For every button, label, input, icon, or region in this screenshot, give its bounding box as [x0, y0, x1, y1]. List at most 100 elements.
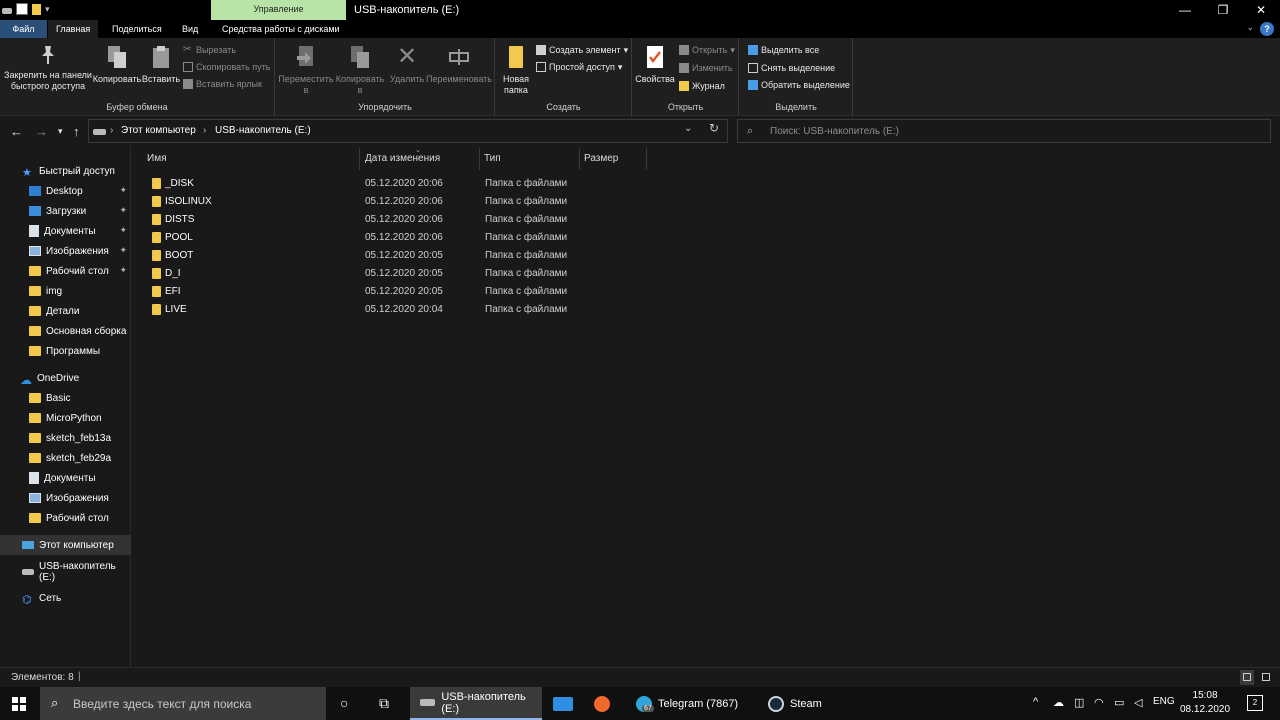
taskbar-app-telegram[interactable]: Telegram (7867) 67 — [628, 687, 758, 720]
address-bar[interactable]: › Этот компьютер › USB-накопитель (E:) — [88, 119, 728, 143]
column-header-type[interactable]: Тип — [484, 146, 574, 172]
volume-icon[interactable]: ◁ — [1134, 696, 1142, 709]
tab-share[interactable]: Поделиться — [104, 20, 170, 38]
breadcrumb-this-pc[interactable]: Этот компьютер — [121, 125, 196, 136]
table-row[interactable]: _DISK 05.12.2020 20:06 Папка с файлами — [132, 175, 572, 193]
invert-selection-button[interactable]: Обратить выделение — [748, 77, 850, 93]
maximize-button[interactable]: ❐ — [1204, 0, 1242, 20]
table-row[interactable]: EFI 05.12.2020 20:05 Папка с файлами — [132, 283, 572, 301]
nav-item[interactable]: MicroPython — [0, 408, 131, 428]
pin-icon[interactable]: ✦ — [119, 245, 127, 256]
taskbar-search[interactable]: ⌕ — [40, 687, 326, 720]
copy-to-button[interactable]: Копировать в — [334, 42, 386, 96]
taskbar-app-firefox[interactable] — [590, 687, 620, 720]
taskbar-search-input[interactable] — [73, 695, 313, 712]
back-arrow-icon[interactable]: ← — [10, 124, 23, 139]
task-view-icon[interactable]: ⧉ — [379, 695, 389, 712]
details-view-button[interactable] — [1240, 670, 1254, 685]
move-to-button[interactable]: Переместить в — [278, 42, 334, 96]
nav-item[interactable]: Детали — [0, 301, 131, 321]
delete-button[interactable]: ✕ Удалить — [388, 42, 426, 85]
up-arrow-icon[interactable]: ↑ — [73, 124, 80, 139]
clock[interactable]: 15:08 08.12.2020 — [1180, 689, 1230, 717]
column-header-date[interactable]: Дата изменения — [365, 146, 475, 172]
minimize-button[interactable]: — — [1166, 0, 1204, 20]
tab-drive-tools[interactable]: Средства работы с дисками — [214, 20, 348, 38]
edit-button[interactable]: Изменить — [679, 60, 733, 76]
nav-item[interactable]: Изображения ✦ — [0, 241, 131, 261]
forward-arrow-icon[interactable]: → — [35, 124, 48, 139]
nav-item[interactable]: sketch_feb13a — [0, 428, 131, 448]
rename-button[interactable]: Переименовать — [426, 42, 492, 85]
new-folder-button[interactable]: Новая папка — [500, 42, 532, 96]
pin-icon[interactable]: ✦ — [119, 185, 127, 196]
nav-network[interactable]: ⌬ Сеть — [0, 588, 131, 608]
new-folder-icon[interactable] — [32, 3, 41, 15]
column-header-size[interactable]: Размер — [584, 146, 644, 172]
customize-toolbar-icon[interactable]: ▾ — [45, 3, 51, 15]
language-indicator[interactable]: ENG — [1153, 696, 1175, 707]
table-row[interactable]: POOL 05.12.2020 20:06 Папка с файлами — [132, 229, 572, 247]
nav-usb[interactable]: USB-накопитель (E:) — [0, 561, 131, 583]
network-tray-icon[interactable]: ◫ — [1074, 696, 1084, 709]
nav-quick-access[interactable]: ★ Быстрый доступ — [0, 161, 131, 181]
history-button[interactable]: Журнал — [679, 78, 725, 94]
properties-icon[interactable] — [16, 3, 28, 15]
collapse-ribbon-icon[interactable]: ⌄ — [1246, 22, 1254, 33]
search-box[interactable]: ⌕ — [737, 119, 1271, 143]
wifi-icon[interactable]: ◠ — [1094, 696, 1104, 709]
nav-item[interactable]: Документы — [0, 468, 131, 488]
table-row[interactable]: ISOLINUX 05.12.2020 20:06 Папка с файлами — [132, 193, 572, 211]
taskbar-app-mail[interactable] — [549, 687, 579, 720]
column-divider[interactable] — [479, 148, 480, 170]
nav-onedrive[interactable]: ☁ OneDrive — [0, 368, 131, 388]
table-row[interactable]: LIVE 05.12.2020 20:04 Папка с файлами — [132, 301, 572, 319]
pin-icon[interactable]: ✦ — [119, 205, 127, 216]
copy-path-button[interactable]: Скопировать путь — [183, 59, 270, 75]
refresh-icon[interactable]: ↻ — [709, 121, 719, 135]
copy-button[interactable]: Копировать — [92, 42, 142, 85]
nav-item[interactable]: Основная сборка — [0, 321, 131, 341]
pin-icon[interactable]: ✦ — [119, 265, 127, 276]
chevron-down-icon[interactable]: ⌄ — [684, 123, 692, 134]
help-button[interactable]: ? — [1260, 22, 1274, 36]
properties-button[interactable]: Свойства — [635, 42, 675, 85]
select-none-button[interactable]: Снять выделение — [748, 60, 835, 76]
nav-this-pc[interactable]: Этот компьютер — [0, 535, 131, 555]
column-header-name[interactable]: Имя — [147, 146, 357, 172]
cut-button[interactable]: ✂ Вырезать — [183, 42, 236, 58]
chevron-up-icon[interactable]: ^ — [1033, 696, 1038, 708]
nav-item[interactable]: Изображения — [0, 488, 131, 508]
nav-item[interactable]: Basic — [0, 388, 131, 408]
taskbar-app-explorer[interactable]: USB-накопитель (E:) — [410, 687, 542, 720]
select-all-button[interactable]: Выделить все — [748, 42, 819, 58]
usb-eject-icon[interactable]: ▭ — [1114, 696, 1124, 709]
pin-icon[interactable]: ✦ — [119, 225, 127, 236]
search-input[interactable] — [770, 124, 1260, 139]
windows-start-icon[interactable] — [12, 697, 26, 711]
nav-item[interactable]: Загрузки ✦ — [0, 201, 131, 221]
breadcrumb-usb[interactable]: USB-накопитель (E:) — [215, 125, 311, 136]
column-divider[interactable] — [579, 148, 580, 170]
manage-context-tab[interactable]: Управление — [211, 0, 346, 20]
tab-view[interactable]: Вид — [174, 20, 206, 38]
table-row[interactable]: DISTS 05.12.2020 20:06 Папка с файлами — [132, 211, 572, 229]
chevron-right-icon[interactable]: › — [203, 125, 206, 136]
table-row[interactable]: D_I 05.12.2020 20:05 Папка с файлами — [132, 265, 572, 283]
large-icons-view-button[interactable] — [1259, 670, 1273, 685]
table-row[interactable]: BOOT 05.12.2020 20:05 Папка с файлами — [132, 247, 572, 265]
new-item-button[interactable]: Создать элемент ▾ — [536, 42, 628, 58]
easy-access-button[interactable]: Простой доступ ▾ — [536, 59, 622, 75]
nav-item[interactable]: Документы ✦ — [0, 221, 131, 241]
nav-item[interactable]: Desktop ✦ — [0, 181, 131, 201]
nav-item[interactable]: Рабочий стол — [0, 508, 131, 528]
column-divider[interactable] — [359, 148, 360, 170]
recent-locations-icon[interactable]: ▾ — [58, 126, 63, 137]
nav-item[interactable]: Рабочий стол ✦ — [0, 261, 131, 281]
open-button[interactable]: Открыть ▾ — [679, 42, 735, 58]
close-button[interactable]: ✕ — [1242, 0, 1280, 20]
nav-item[interactable]: sketch_feb29a — [0, 448, 131, 468]
nav-item[interactable]: img — [0, 281, 131, 301]
tab-file[interactable]: Файл — [0, 20, 47, 38]
tab-home[interactable]: Главная — [48, 20, 99, 38]
